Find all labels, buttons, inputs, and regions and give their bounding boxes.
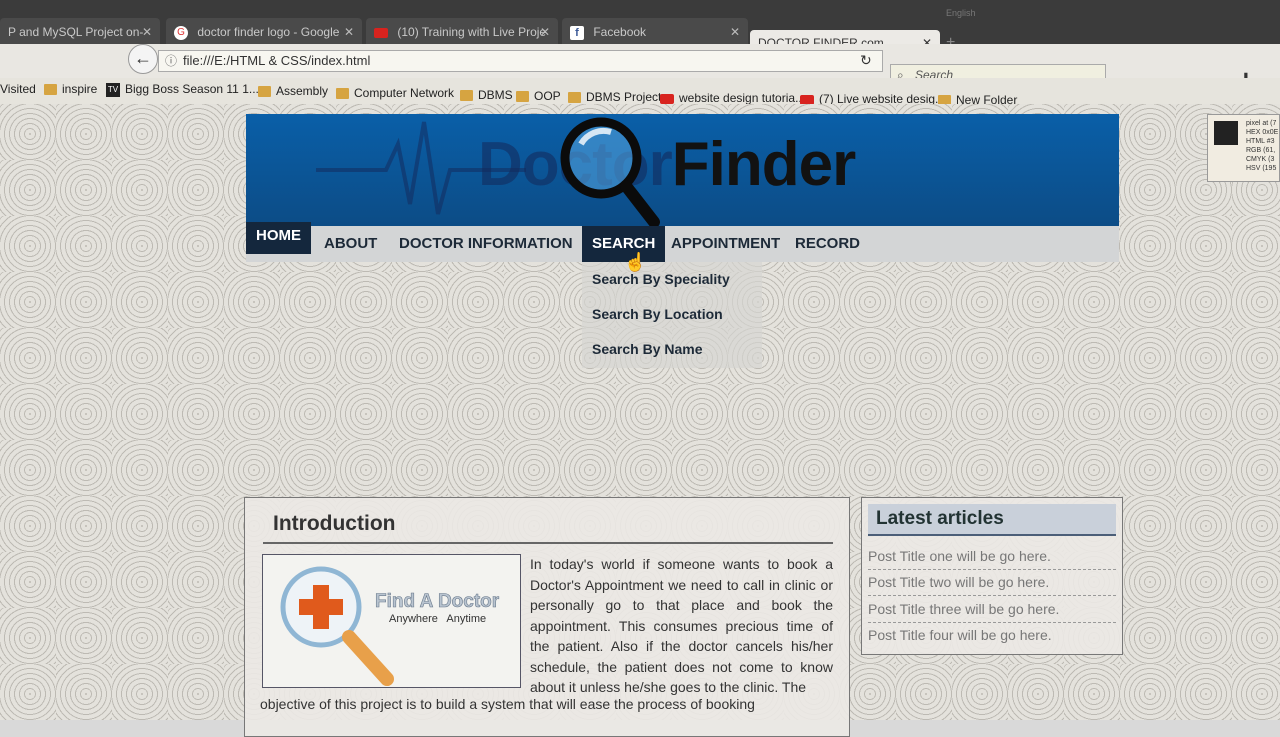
article-link[interactable]: Post Title one will be go here. — [868, 544, 1116, 570]
articles-heading: Latest articles — [868, 504, 1116, 534]
bookmark-computer-network[interactable]: Computer Network — [336, 86, 454, 100]
reload-icon[interactable]: ↻ — [860, 52, 872, 69]
tab-label: P and MySQL Project on- — [8, 25, 144, 39]
nav-about[interactable]: ABOUT — [314, 226, 387, 262]
url-text: file:///E:/HTML & CSS/index.html — [183, 53, 371, 68]
tab-label: (10) Training with Live Proje — [397, 25, 547, 39]
info-icon[interactable]: ⓘ — [165, 51, 177, 71]
intro-heading: Introduction — [273, 512, 396, 535]
bookmark-dbms-project[interactable]: DBMS Project — [568, 90, 661, 104]
magnifier-icon — [560, 117, 660, 226]
folder-icon — [460, 90, 473, 102]
search-dropdown: Search By Speciality Search By Location … — [582, 262, 762, 368]
close-icon[interactable]: ✕ — [730, 18, 740, 46]
color-swatch — [1214, 121, 1238, 145]
tab-label: doctor finder logo - Google — [197, 25, 340, 39]
introduction-section: Introduction Find A Doctor Anywhere Anyt… — [244, 497, 850, 737]
google-icon: G — [174, 25, 188, 40]
bookmark-website-design-tutorial[interactable]: website design tutoria... — [660, 91, 805, 105]
back-button[interactable]: ← — [128, 44, 158, 74]
nav-appointment[interactable]: APPOINTMENT — [661, 226, 790, 262]
picker-readout: pixel at (7 HEX 0x0E HTML #3 RGB (61, CM… — [1246, 120, 1279, 172]
image-title: Find A Doctor — [375, 591, 500, 613]
folder-icon — [568, 92, 581, 104]
image-subtitle: Anywhere Anytime — [389, 613, 487, 625]
latest-articles-section: Latest articles Post Title one will be g… — [861, 497, 1123, 655]
folder-icon — [336, 88, 349, 100]
bookmark-inspire[interactable]: inspire — [44, 82, 97, 96]
dropdown-item-name[interactable]: Search By Name — [592, 341, 703, 357]
close-icon[interactable]: ✕ — [142, 18, 152, 46]
divider — [868, 534, 1116, 536]
site-nav: HOME ABOUT DOCTOR INFORMATION SEARCH APP… — [246, 222, 1119, 262]
intro-paragraph: In today's world if someone wants to boo… — [530, 556, 833, 695]
lang-indicator: English — [946, 8, 976, 18]
folder-icon — [516, 91, 529, 103]
nav-record[interactable]: RECORD — [785, 226, 870, 262]
hand-cursor-icon: ☝ — [624, 252, 647, 272]
dropdown-item-location[interactable]: Search By Location — [592, 306, 723, 322]
site-banner: DoctorFinder — [246, 114, 1119, 226]
tab-google[interactable]: G doctor finder logo - Google ✕ — [166, 18, 362, 46]
color-picker-widget[interactable]: pixel at (7 HEX 0x0E HTML #3 RGB (61, CM… — [1207, 114, 1280, 182]
arrow-left-icon: ← — [134, 48, 152, 68]
article-link[interactable]: Post Title three will be go here. — [868, 597, 1116, 623]
nav-doctor-information[interactable]: DOCTOR INFORMATION — [389, 226, 583, 262]
close-icon[interactable]: ✕ — [540, 18, 550, 46]
tab-training[interactable]: (10) Training with Live Proje ✕ — [366, 18, 558, 46]
dropdown-item-speciality[interactable]: Search By Speciality — [592, 271, 730, 287]
url-bar[interactable]: ⓘ file:///E:/HTML & CSS/index.html — [158, 50, 883, 72]
facebook-icon: f — [570, 25, 584, 40]
bookmark-bigg-boss[interactable]: TV Bigg Boss Season 11 1... — [106, 82, 259, 97]
divider — [263, 542, 833, 544]
site-logo[interactable]: DoctorFinder — [478, 130, 856, 200]
bookmark-visited[interactable]: Visited — [0, 82, 36, 96]
bookmark-dbms[interactable]: DBMS — [460, 88, 513, 102]
tv-icon: TV — [106, 82, 120, 97]
folder-icon — [44, 84, 57, 96]
bookmark-oop[interactable]: OOP — [516, 89, 561, 103]
article-link[interactable]: Post Title two will be go here. — [868, 570, 1116, 596]
find-doctor-image: Find A Doctor Anywhere Anytime — [262, 554, 521, 688]
bookmarks-bar: Visited inspire TV Bigg Boss Season 11 1.… — [0, 78, 1280, 107]
folder-icon — [258, 86, 271, 98]
youtube-icon — [660, 93, 674, 104]
tab-label: Facebook — [593, 25, 647, 39]
tab-facebook[interactable]: f Facebook ✕ — [562, 18, 748, 46]
nav-home[interactable]: HOME — [246, 222, 311, 254]
intro-paragraph-continued: objective of this project is to build a … — [260, 696, 755, 712]
bookmark-assembly[interactable]: Assembly — [258, 84, 328, 98]
close-icon[interactable]: ✕ — [344, 18, 354, 46]
tab-mysql-project[interactable]: P and MySQL Project on- ✕ — [0, 18, 160, 46]
medical-magnifier-icon — [280, 566, 394, 686]
youtube-icon — [374, 27, 388, 38]
article-link[interactable]: Post Title four will be go here. — [868, 623, 1116, 649]
